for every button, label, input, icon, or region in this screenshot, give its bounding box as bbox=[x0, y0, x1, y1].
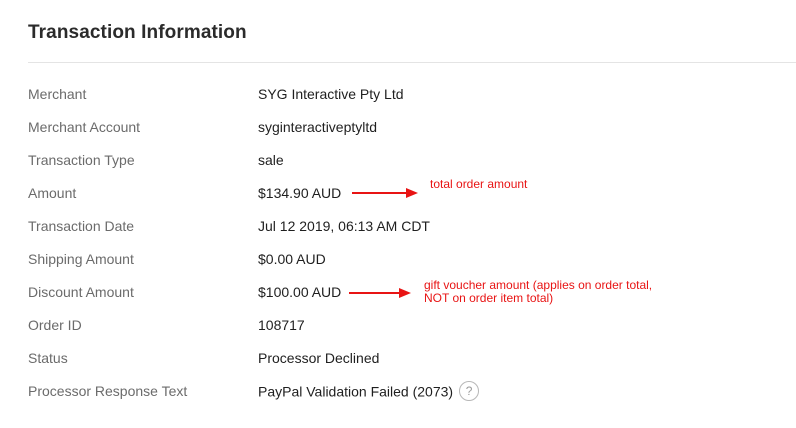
divider bbox=[28, 62, 796, 63]
amount-note: total order amount bbox=[430, 177, 528, 191]
discount-arrow-icon bbox=[349, 288, 411, 298]
row-processor-response: Processor Response Text PayPal Validatio… bbox=[28, 381, 788, 403]
order-id-label: Order ID bbox=[28, 317, 82, 333]
status-value: Processor Declined bbox=[258, 350, 380, 366]
question-mark-icon[interactable]: ? bbox=[459, 381, 480, 401]
row-transaction-date: Transaction Date Jul 12 2019, 06:13 AM C… bbox=[28, 218, 788, 238]
transaction-date-value: Jul 12 2019, 06:13 AM CDT bbox=[258, 218, 430, 234]
merchant-label: Merchant bbox=[28, 86, 87, 102]
shipping-amount-value: $0.00 AUD bbox=[258, 251, 326, 267]
row-shipping-amount: Shipping Amount $0.00 AUD bbox=[28, 251, 788, 271]
discount-note-line-2: NOT on order item total) bbox=[424, 291, 554, 305]
row-merchant: Merchant SYG Interactive Pty Ltd bbox=[28, 86, 788, 106]
shipping-amount-label: Shipping Amount bbox=[28, 251, 134, 267]
transaction-information-panel: Transaction Information Merchant SYG Int… bbox=[0, 0, 796, 428]
transaction-type-label: Transaction Type bbox=[28, 152, 135, 168]
row-status: Status Processor Declined bbox=[28, 350, 788, 370]
processor-response-label: Processor Response Text bbox=[28, 383, 188, 399]
amount-value: $134.90 AUD bbox=[258, 185, 342, 201]
merchant-account-value: syginteractiveptyltd bbox=[258, 119, 378, 135]
transaction-date-label: Transaction Date bbox=[28, 218, 135, 234]
processor-response-value-wrap: PayPal Validation Failed (2073)? bbox=[258, 381, 480, 403]
processor-response-value: PayPal Validation Failed (2073) bbox=[258, 383, 454, 400]
row-order-id: Order ID 108717 bbox=[28, 317, 788, 337]
row-merchant-account: Merchant Account syginteractiveptyltd bbox=[28, 119, 788, 139]
order-id-value: 108717 bbox=[258, 317, 305, 333]
amount-arrow-icon bbox=[352, 188, 418, 198]
discount-amount-value: $100.00 AUD bbox=[258, 284, 342, 300]
merchant-account-label: Merchant Account bbox=[28, 119, 141, 135]
transaction-type-value: sale bbox=[258, 152, 284, 168]
status-label: Status bbox=[28, 350, 68, 366]
discount-amount-label: Discount Amount bbox=[28, 284, 134, 300]
row-transaction-type: Transaction Type sale bbox=[28, 152, 788, 172]
page-title: Transaction Information bbox=[28, 22, 247, 43]
amount-label: Amount bbox=[28, 185, 77, 201]
merchant-value: SYG Interactive Pty Ltd bbox=[258, 86, 404, 102]
